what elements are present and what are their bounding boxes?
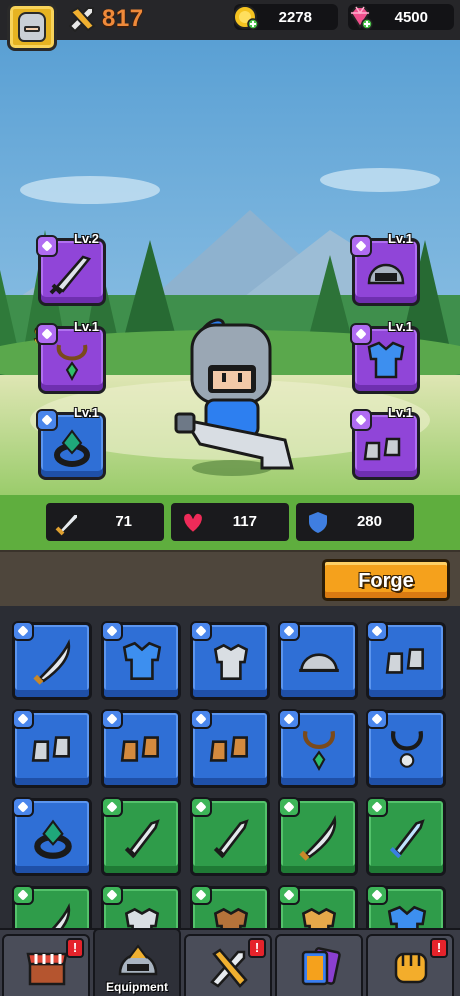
- inventory-item[interactable]: [278, 709, 358, 788]
- sword-icon: [55, 513, 79, 536]
- skills-alert-badge: !: [430, 938, 448, 958]
- silver-boots-icon: [385, 648, 424, 674]
- forge-bar: Forge: [0, 550, 460, 606]
- boots-icon: [363, 437, 401, 461]
- inventory-item[interactable]: [190, 885, 270, 934]
- brown-boots-icon: [120, 736, 159, 762]
- forge-button[interactable]: Forge: [322, 559, 450, 601]
- power-icon: [68, 6, 96, 32]
- inventory-item[interactable]: [366, 797, 446, 876]
- tab-shop[interactable]: !: [2, 934, 90, 996]
- blade-icon: [49, 255, 92, 295]
- avatar-face: [18, 12, 46, 42]
- gem-value: 4500: [394, 9, 428, 26]
- inventory-item[interactable]: [366, 709, 446, 788]
- ring-icon: [54, 429, 90, 467]
- defense-stat: 280: [296, 503, 414, 541]
- attack-value: 71: [115, 513, 132, 530]
- armor-icon: [367, 341, 405, 379]
- tab-battle[interactable]: !: [184, 934, 272, 996]
- inventory-item[interactable]: [12, 885, 92, 934]
- battle-alert-badge: !: [248, 938, 266, 958]
- equip-slot-armor[interactable]: Lv.1: [350, 319, 420, 394]
- tab-equipment-label: Equipment: [106, 980, 168, 994]
- silver-necklace-icon: [391, 730, 423, 768]
- shop-icon: [26, 952, 68, 986]
- ring-level: Lv.1: [73, 405, 99, 420]
- gold-counter[interactable]: 2278: [233, 4, 338, 30]
- gold-coin-icon: [233, 5, 259, 30]
- shop-alert-badge: !: [66, 938, 84, 958]
- equip-slot-helmet[interactable]: Lv.1: [350, 231, 420, 306]
- necklace-icon: [56, 344, 88, 382]
- inventory-item[interactable]: [190, 621, 270, 700]
- inventory-item[interactable]: [12, 621, 92, 700]
- bottom-navigation: ! Equipment ! !: [0, 928, 460, 996]
- gem-counter[interactable]: 4500: [348, 4, 454, 30]
- inventory-grid[interactable]: [0, 606, 460, 934]
- crossed-swords-icon: [210, 948, 248, 988]
- inventory-item[interactable]: [101, 621, 181, 700]
- equip-slot-necklace[interactable]: Lv.1: [36, 319, 106, 394]
- inventory-item[interactable]: [101, 885, 181, 934]
- scimitar-icon: [299, 814, 337, 861]
- helmet-icon: [118, 944, 158, 976]
- attack-stat: 71: [46, 503, 164, 541]
- helmet-level: Lv.1: [387, 231, 413, 246]
- top-bar: 817 2278 4500: [0, 0, 460, 51]
- inventory-item[interactable]: [101, 797, 181, 876]
- dagger-icon: [213, 819, 249, 859]
- dagger-icon: [124, 819, 160, 859]
- tab-skills[interactable]: !: [366, 934, 454, 996]
- forge-button-label: Forge: [358, 570, 414, 592]
- silver-helmet-icon: [299, 653, 339, 672]
- emerald-necklace-icon: [303, 730, 335, 771]
- silver-boots-icon: [31, 736, 70, 762]
- equip-slot-boots[interactable]: Lv.1: [350, 405, 420, 480]
- scimitar-icon: [33, 638, 71, 685]
- player-avatar[interactable]: [7, 3, 57, 51]
- brown-boots-icon: [209, 736, 248, 762]
- tab-cards[interactable]: [275, 934, 363, 996]
- defense-value: 280: [356, 513, 382, 530]
- health-value: 117: [232, 513, 257, 530]
- weapon-level: Lv.2: [73, 231, 99, 246]
- boots-level: Lv.1: [387, 405, 413, 420]
- character-scene: Lv.2 S +1 Lv.1 Lv.1 Lv.1 Lv.1: [0, 40, 460, 550]
- inventory-item[interactable]: [12, 709, 92, 788]
- cards-icon: [301, 947, 341, 986]
- shield-icon: [307, 509, 329, 536]
- inventory-item[interactable]: [366, 885, 446, 934]
- necklace-level: Lv.1: [73, 319, 99, 334]
- inventory-item[interactable]: [101, 709, 181, 788]
- inventory-item[interactable]: [366, 621, 446, 700]
- heart-icon: [182, 511, 204, 535]
- health-stat: 117: [171, 503, 289, 541]
- combat-power-value: 817: [102, 5, 144, 32]
- helmet-icon: [367, 263, 405, 285]
- inventory-item[interactable]: [278, 885, 358, 934]
- equip-slot-weapon[interactable]: Lv.2: [36, 231, 106, 306]
- blue-armor-icon: [122, 641, 162, 681]
- tab-equipment[interactable]: Equipment: [93, 928, 181, 996]
- silver-armor-icon: [213, 643, 249, 681]
- blue-dagger-icon: [389, 819, 425, 859]
- armor-level: Lv.1: [387, 319, 413, 334]
- fist-icon: [394, 952, 428, 984]
- inventory-item[interactable]: [190, 709, 270, 788]
- equip-slot-ring[interactable]: Lv.1: [36, 405, 106, 480]
- inventory-item[interactable]: [190, 797, 270, 876]
- inventory-item[interactable]: [278, 797, 358, 876]
- inventory-item[interactable]: [12, 797, 92, 876]
- gem-icon: [349, 6, 373, 30]
- emerald-ring-icon: [34, 819, 72, 859]
- inventory-item[interactable]: [278, 621, 358, 700]
- gold-value: 2278: [278, 9, 312, 26]
